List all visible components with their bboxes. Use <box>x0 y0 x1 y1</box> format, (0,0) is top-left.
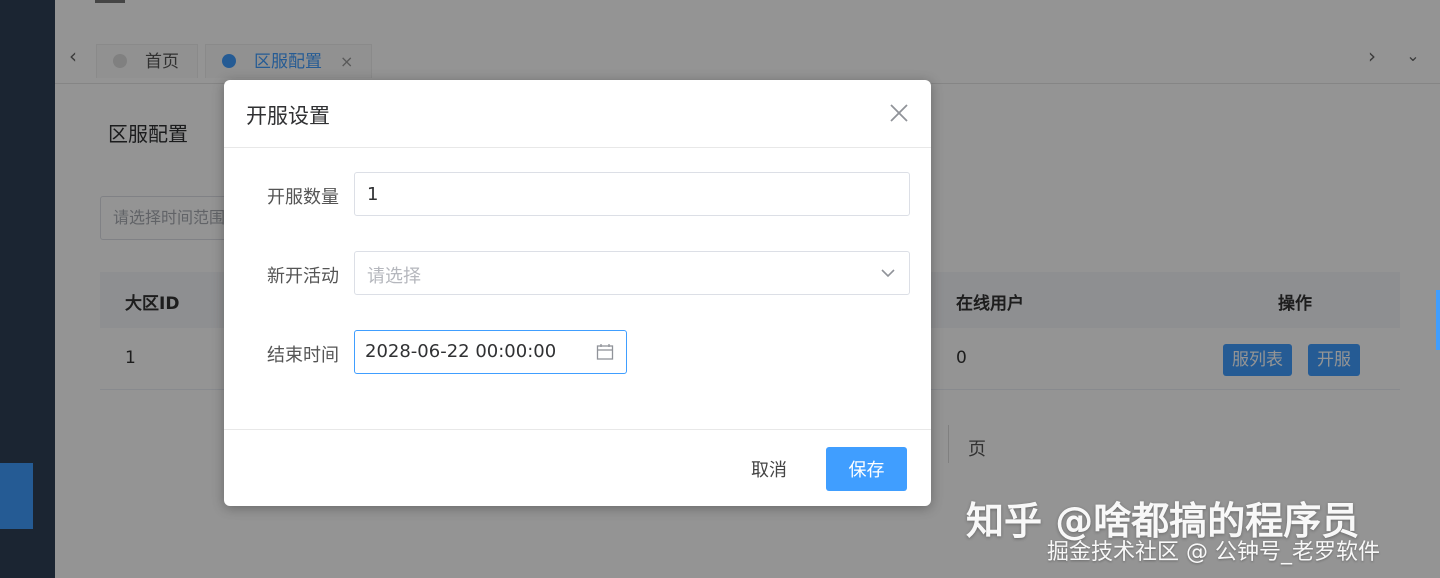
server-count-input[interactable] <box>354 172 910 216</box>
watermark-sub: 掘金技术社区 @ 公钟号_老罗软件 <box>1047 540 1380 565</box>
activity-label: 新开活动 <box>267 266 339 287</box>
cancel-button[interactable]: 取消 <box>726 447 812 491</box>
count-label: 开服数量 <box>267 187 339 208</box>
scroll-indicator[interactable] <box>1436 290 1440 350</box>
activity-placeholder: 请选择 <box>367 266 421 287</box>
calendar-icon <box>596 344 614 360</box>
app-root: ‹ 首页 区服配置 × › ⌄ 区服配置 请选择时间范围 大区ID 在线用户 操作… <box>0 0 1440 578</box>
activity-select[interactable]: 请选择 <box>354 251 910 295</box>
open-server-dialog: 开服设置 开服数量 新开活动 请选择 结束时间 2028-06-22 00:00… <box>224 80 931 506</box>
dialog-title: 开服设置 <box>246 104 330 128</box>
close-icon[interactable] <box>886 100 912 126</box>
chevron-down-icon <box>881 269 895 278</box>
end-time-value: 2028-06-22 00:00:00 <box>365 341 557 362</box>
save-button[interactable]: 保存 <box>826 447 907 491</box>
dialog-header: 开服设置 <box>224 80 931 148</box>
dialog-footer: 取消 保存 <box>224 429 931 506</box>
end-time-picker[interactable]: 2028-06-22 00:00:00 <box>354 330 627 374</box>
end-time-label: 结束时间 <box>267 345 339 366</box>
